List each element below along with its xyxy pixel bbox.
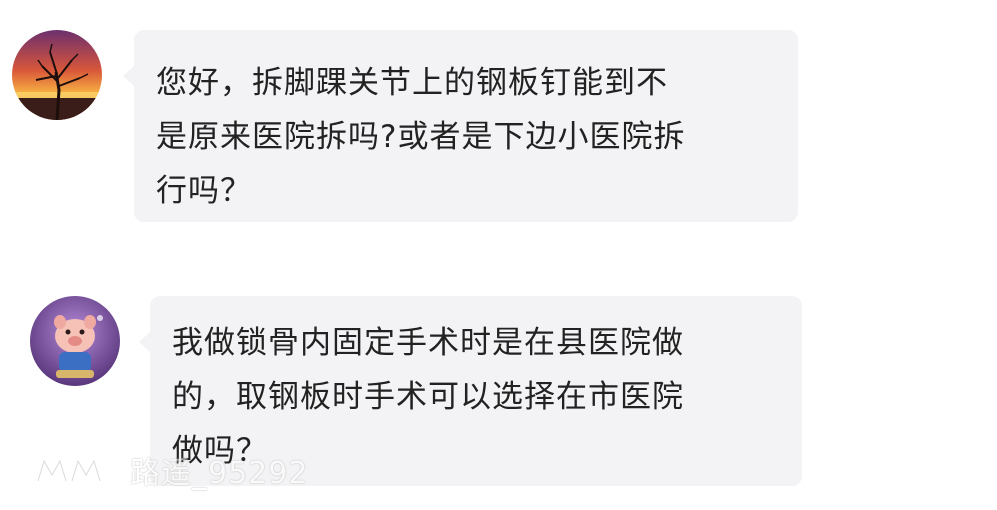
message-text-line: 的，取钢板时手术可以选择在市医院 (172, 379, 684, 415)
message-text-line: 我做锁骨内固定手术时是在县医院做 (172, 325, 684, 361)
message-text-line: 是原来医院拆吗?或者是下边小医院拆 (156, 119, 686, 155)
watermark: 路遥_95292 (34, 446, 308, 494)
chat-thread: 您好，拆脚踝关节上的钢板钉能到不 是原来医院拆吗?或者是下边小医院拆 行吗？ 我… (0, 0, 997, 510)
sunset-avatar-icon[interactable] (12, 30, 102, 120)
message-text-line: 行吗？ (156, 173, 252, 209)
brand-logo-icon (36, 459, 102, 482)
message-bubble[interactable]: 您好，拆脚踝关节上的钢板钉能到不 是原来医院拆吗?或者是下边小医院拆 行吗？ (123, 30, 798, 222)
message-text-line: 您好，拆脚踝关节上的钢板钉能到不 (156, 65, 668, 101)
watermark-username: 路遥_95292 (130, 456, 309, 491)
cartoon-pig-avatar-icon[interactable] (30, 296, 120, 386)
